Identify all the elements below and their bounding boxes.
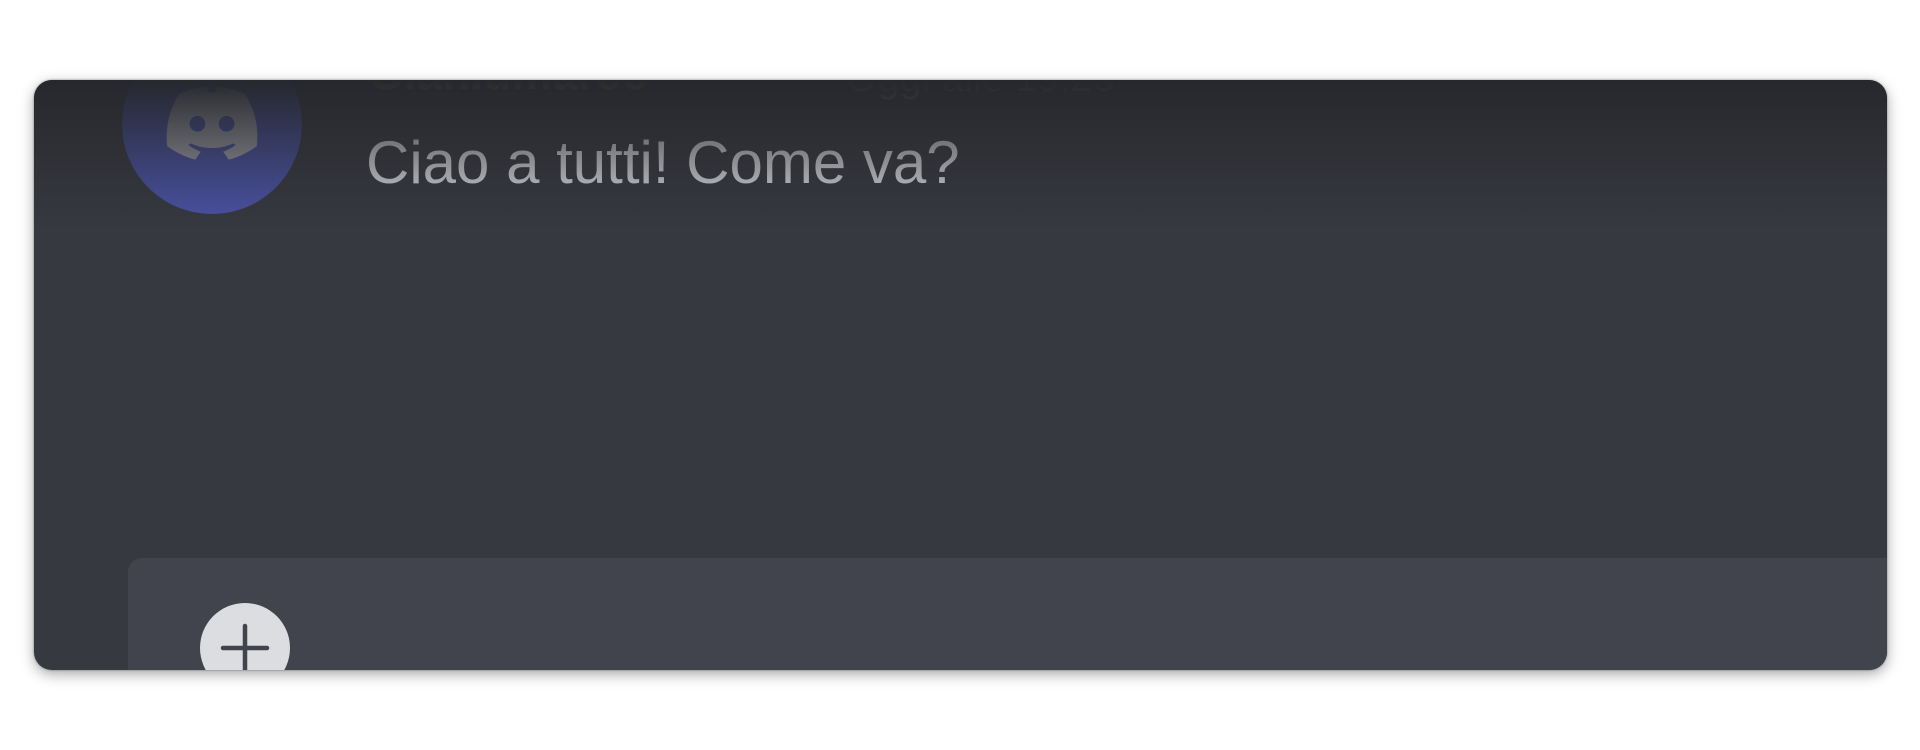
message-text: Ciao a tutti! Come va? bbox=[366, 129, 960, 196]
chat-message: Gianlumarco Oggi alle 19:23 Ciao a tutti… bbox=[34, 80, 1887, 280]
message-timestamp: Oggi alle 19:23 bbox=[846, 80, 1115, 101]
avatar[interactable] bbox=[122, 80, 302, 214]
message-author[interactable]: Gianlumarco bbox=[368, 80, 649, 100]
chat-window: Gianlumarco Oggi alle 19:23 Ciao a tutti… bbox=[34, 80, 1887, 670]
message-composer[interactable] bbox=[128, 558, 1887, 670]
plus-icon bbox=[220, 623, 270, 670]
discord-logo-icon bbox=[166, 86, 258, 160]
attach-button[interactable] bbox=[200, 603, 290, 670]
